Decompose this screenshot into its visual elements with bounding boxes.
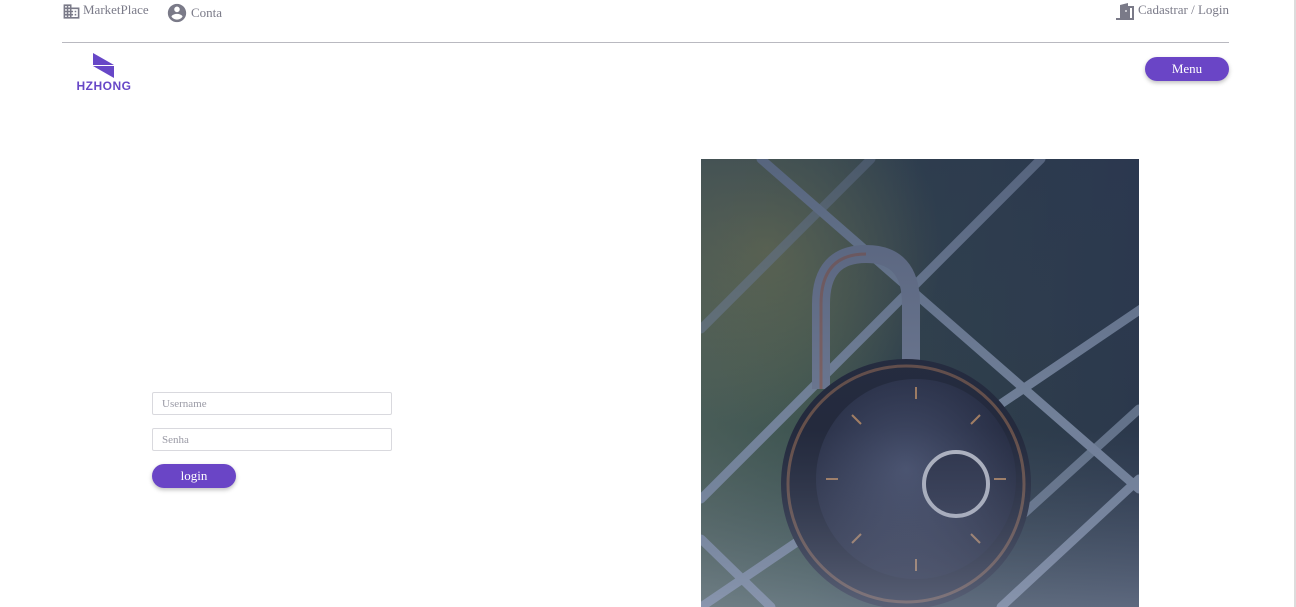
marketplace-link[interactable]: MarketPlace — [62, 2, 149, 21]
marketplace-label: MarketPlace — [83, 1, 149, 17]
logo-text: HZHONG — [76, 79, 132, 93]
cadastrar-login-label: Cadastrar / Login — [1138, 2, 1229, 17]
menu-button[interactable]: Menu — [1145, 57, 1229, 81]
padlock-image — [701, 159, 1139, 607]
conta-link[interactable]: Conta — [166, 2, 222, 24]
username-input[interactable] — [152, 392, 392, 415]
account-circle-icon — [166, 2, 188, 24]
building-icon — [62, 2, 81, 21]
hzhong-logo[interactable]: HZHONG — [74, 53, 134, 95]
cadastrar-login-link[interactable]: Cadastrar / Login — [1115, 2, 1229, 21]
door-icon — [1115, 2, 1135, 21]
logo-mark-icon — [93, 53, 114, 78]
login-button[interactable]: login — [152, 464, 236, 488]
conta-label: Conta — [191, 5, 223, 20]
top-bar: MarketPlace Conta Cadastrar / Login — [62, 0, 1229, 43]
password-input[interactable] — [152, 428, 392, 451]
